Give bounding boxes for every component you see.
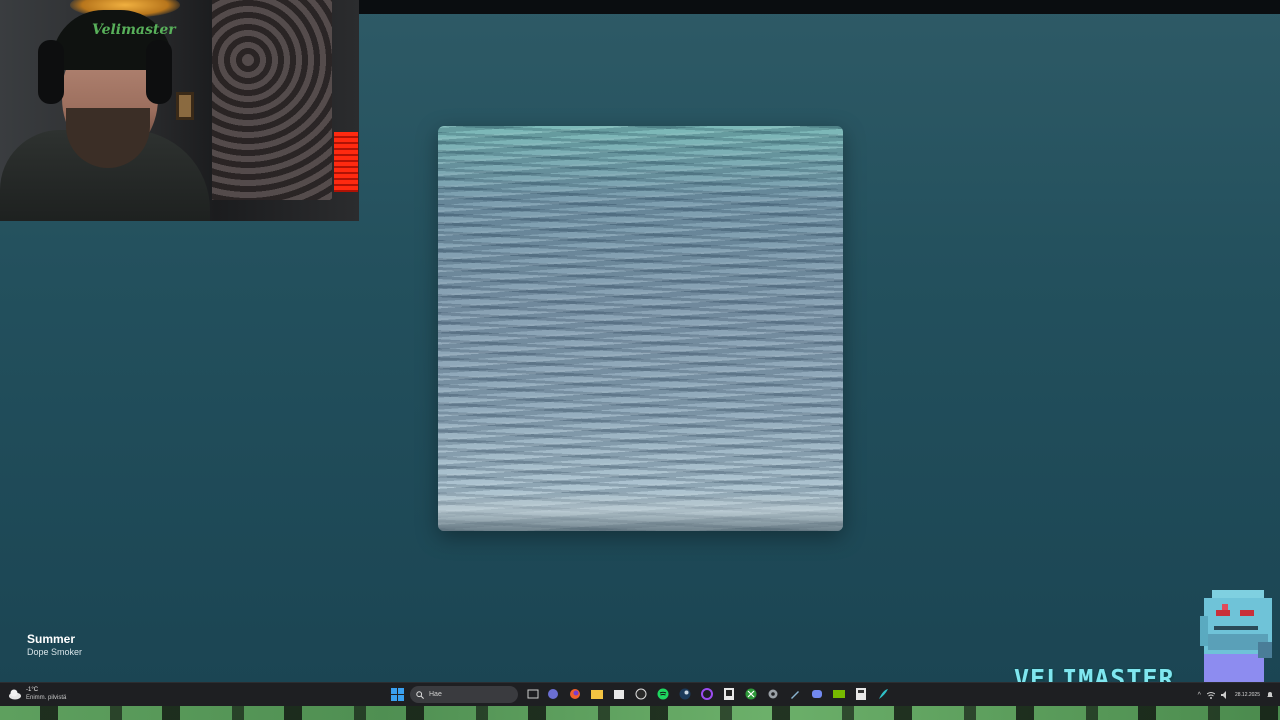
top-edge-strip — [358, 0, 1280, 14]
wifi-icon[interactable] — [1206, 691, 1215, 699]
webcam-headset-left — [38, 40, 64, 104]
volume-icon[interactable] — [1220, 691, 1229, 699]
search-box[interactable]: Hae — [410, 686, 518, 703]
spotify-icon[interactable] — [656, 687, 670, 701]
file-explorer-icon[interactable] — [590, 687, 604, 701]
stream-bottom-bar — [0, 706, 1280, 720]
system-tray: ^ 28.12.2025 — [1198, 686, 1274, 704]
webcam-headset-right — [146, 40, 172, 104]
circle-app-icon[interactable] — [700, 687, 714, 701]
epic-games-icon[interactable] — [722, 687, 736, 701]
album-art — [438, 126, 843, 531]
cloud-icon — [9, 689, 21, 700]
xbox-icon[interactable] — [744, 687, 758, 701]
weather-widget[interactable]: -1°C Enimm. pilvistä — [8, 686, 66, 702]
calculator-icon[interactable] — [854, 687, 868, 701]
webcam-cap-text: Velimaster — [92, 22, 176, 38]
settings-icon[interactable] — [766, 687, 780, 701]
windows-start-icon[interactable] — [390, 687, 404, 701]
weather-desc: Enimm. pilvistä — [26, 695, 67, 701]
track-artist: Dope Smoker — [27, 647, 83, 657]
notification-bell-icon[interactable] — [1266, 691, 1274, 699]
album-art-foam — [438, 491, 843, 531]
obs-icon[interactable] — [634, 687, 648, 701]
task-view-icon[interactable] — [526, 687, 540, 701]
mascot-icon — [1200, 590, 1272, 682]
search-placeholder: Hae — [429, 691, 442, 698]
webcam-overlay: Velimaster — [0, 0, 359, 221]
store-icon[interactable] — [612, 687, 626, 701]
webcam-poster — [212, 0, 332, 200]
tray-date[interactable]: 28.12.2025 — [1235, 692, 1260, 698]
chevron-up-icon[interactable]: ^ — [1198, 692, 1201, 699]
discord-icon[interactable] — [810, 687, 824, 701]
teams-icon[interactable] — [546, 687, 560, 701]
track-title: Summer — [27, 632, 76, 646]
webcam-red-light — [334, 132, 358, 192]
nvidia-icon[interactable] — [832, 687, 846, 701]
weather-temp: -1°C — [26, 687, 39, 693]
tool-icon[interactable] — [788, 687, 802, 701]
taskbar: -1°C Enimm. pilvistä Hae ^ 28.12.2025 — [0, 682, 1280, 706]
webcam-picture-frame — [176, 92, 194, 120]
search-icon — [416, 690, 424, 699]
steam-icon[interactable] — [678, 687, 692, 701]
feather-icon[interactable] — [876, 687, 890, 701]
firefox-icon[interactable] — [568, 687, 582, 701]
